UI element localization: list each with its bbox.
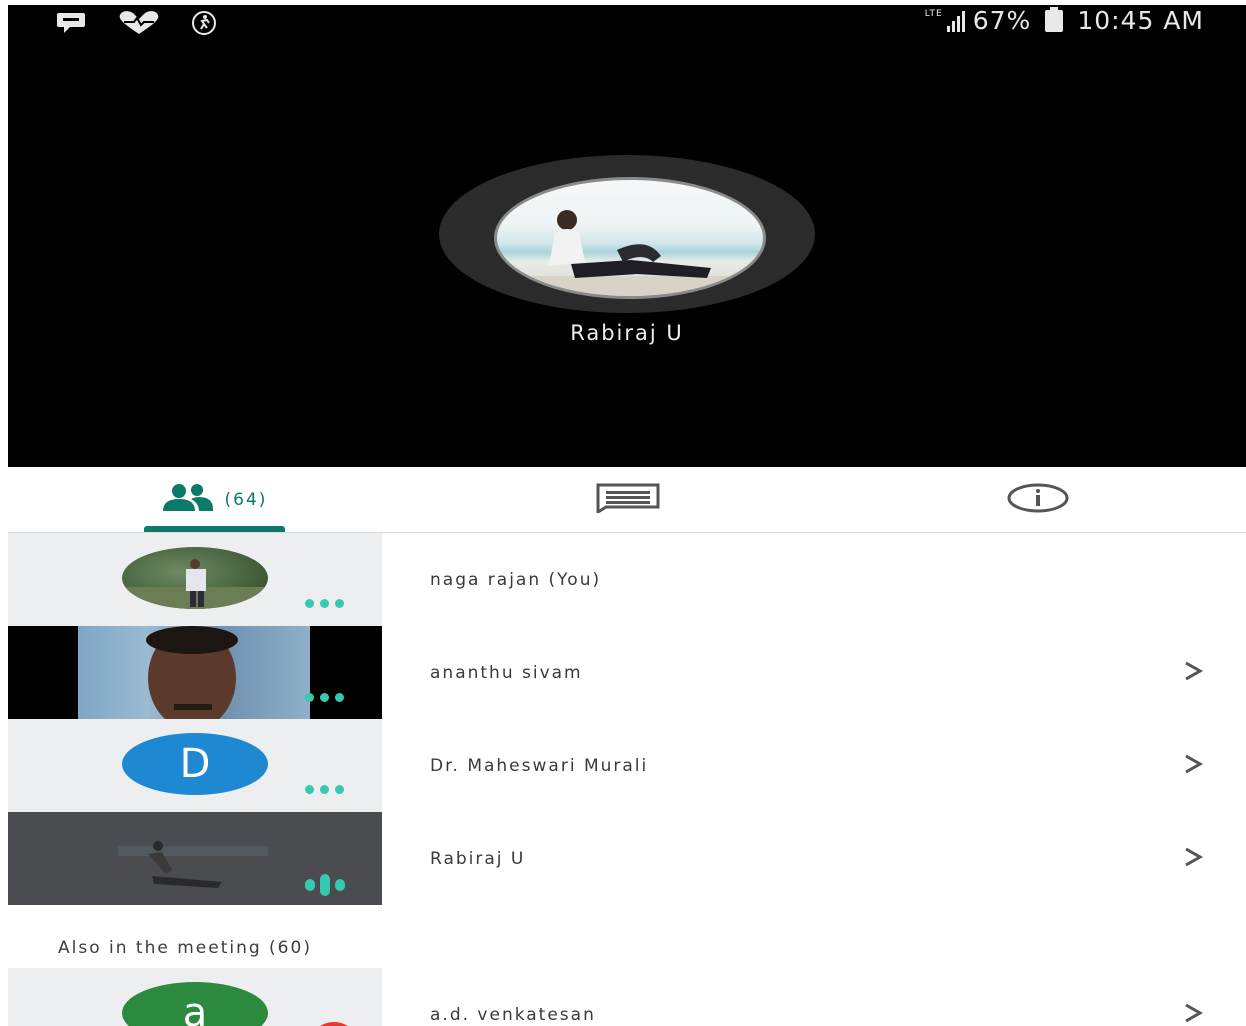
participant-avatar bbox=[122, 547, 268, 609]
participant-row[interactable]: Rabiraj U bbox=[8, 812, 1246, 905]
participant-background-image bbox=[118, 841, 268, 888]
participant-row[interactable]: D Dr. Maheswari Murali bbox=[8, 719, 1246, 812]
chevron-right-icon[interactable] bbox=[1174, 839, 1210, 875]
battery-percent: 67% bbox=[972, 6, 1032, 35]
chat-icon bbox=[596, 483, 660, 517]
participant-letter-avatar: D bbox=[122, 733, 268, 795]
active-speaker-avatar bbox=[494, 177, 766, 299]
meet-screen: LTE 67% 10:45 AM Rabiraj U (64) naga raj… bbox=[8, 5, 1246, 1026]
participant-thumbnail: a bbox=[8, 968, 382, 1026]
participant-video bbox=[78, 626, 310, 719]
status-bar: LTE 67% 10:45 AM bbox=[8, 5, 1246, 41]
activity-tracker-icon bbox=[184, 10, 224, 40]
participant-row[interactable]: ananthu sivam bbox=[8, 626, 1246, 719]
people-count: (64) bbox=[224, 489, 268, 510]
tab-info[interactable] bbox=[988, 467, 1088, 532]
clock-time: 10:45 AM bbox=[1077, 6, 1204, 35]
participant-name: a.d. venkatesan bbox=[430, 1004, 596, 1025]
chevron-right-icon[interactable] bbox=[1174, 653, 1210, 689]
participant-name: Rabiraj U bbox=[430, 848, 526, 869]
participant-name: Dr. Maheswari Murali bbox=[430, 755, 649, 776]
participant-thumbnail bbox=[8, 533, 382, 626]
more-options-indicator bbox=[305, 599, 344, 608]
participant-row[interactable]: naga rajan (You) bbox=[8, 533, 1246, 626]
tab-chat[interactable] bbox=[568, 467, 688, 532]
tab-active-indicator bbox=[144, 526, 285, 532]
people-icon bbox=[159, 483, 215, 517]
battery-icon bbox=[1045, 6, 1064, 32]
chevron-right-icon[interactable] bbox=[1174, 995, 1210, 1026]
also-in-meeting-header: Also in the meeting (60) bbox=[58, 938, 312, 958]
main-video-area[interactable]: LTE 67% 10:45 AM Rabiraj U bbox=[8, 5, 1246, 467]
participant-row[interactable]: a a.d. venkatesan bbox=[8, 968, 1246, 1026]
participant-thumbnail bbox=[8, 812, 382, 905]
signal-icon: LTE bbox=[924, 8, 965, 32]
chat-notification-icon bbox=[56, 10, 86, 40]
active-speaker-name: Rabiraj U bbox=[570, 321, 684, 345]
more-options-indicator bbox=[305, 693, 344, 702]
muted-indicator-icon bbox=[308, 1022, 360, 1026]
status-right: LTE 67% 10:45 AM bbox=[925, 6, 1204, 35]
speaking-indicator-icon bbox=[305, 874, 345, 896]
participant-name: naga rajan (You) bbox=[430, 569, 602, 590]
participant-name: ananthu sivam bbox=[430, 662, 583, 683]
more-options-indicator bbox=[305, 785, 344, 794]
health-heart-icon bbox=[116, 10, 162, 40]
info-icon bbox=[1007, 483, 1069, 517]
network-type: LTE bbox=[924, 8, 943, 19]
participant-video-thumbnail bbox=[8, 626, 382, 719]
tab-people[interactable]: (64) bbox=[138, 467, 288, 532]
chevron-right-icon[interactable] bbox=[1174, 746, 1210, 782]
participant-letter-avatar: a bbox=[122, 982, 268, 1026]
participant-thumbnail: D bbox=[8, 719, 382, 812]
tab-bar: (64) bbox=[8, 467, 1246, 533]
